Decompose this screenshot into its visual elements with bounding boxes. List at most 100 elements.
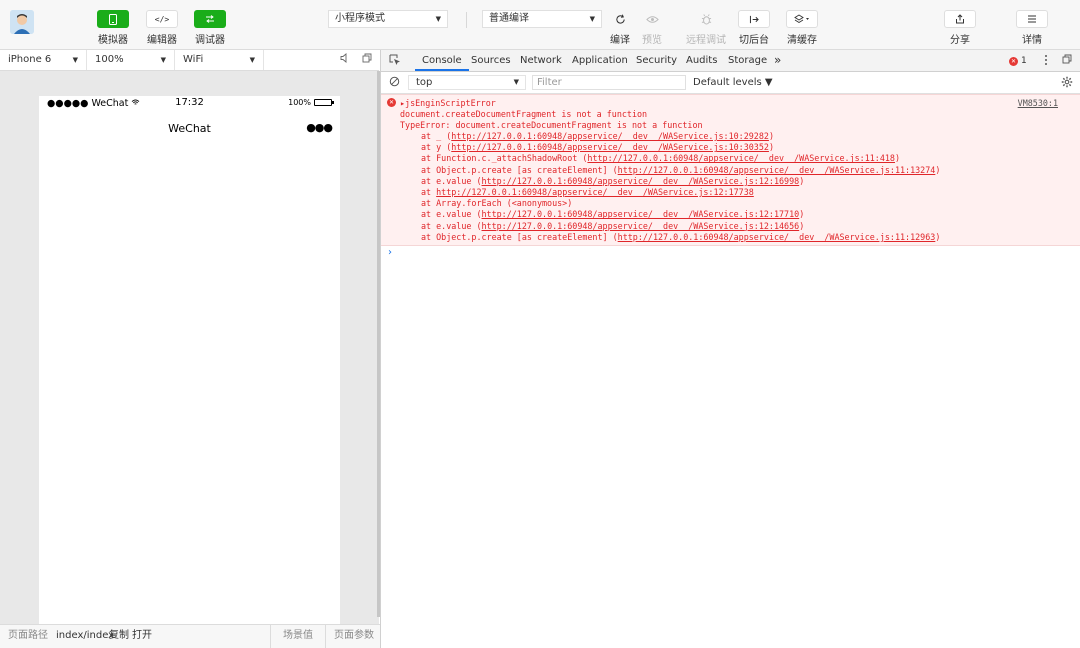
debugger-button[interactable]: 调试器	[194, 10, 226, 46]
remote-debug-button[interactable]: 远程调试	[686, 10, 726, 46]
stack-frame-link[interactable]: http://127.0.0.1:60948/appservice/__dev_…	[482, 176, 800, 186]
user-avatar[interactable]	[10, 10, 34, 34]
stack-frame-link[interactable]: http://127.0.0.1:60948/appservice/__dev_…	[451, 131, 769, 141]
tab-console[interactable]: Console	[415, 50, 469, 71]
eye-icon	[636, 10, 668, 28]
stack-frame-link[interactable]: http://127.0.0.1:60948/appservice/__dev_…	[587, 153, 895, 163]
simulator-button[interactable]: 模拟器	[97, 10, 129, 46]
stack-frame-suffix: )	[768, 131, 774, 141]
scene-value-button[interactable]: 场景值	[283, 625, 313, 647]
tab-network[interactable]: Network	[520, 50, 562, 71]
device-select[interactable]: iPhone 6 ▼	[0, 50, 87, 70]
speaker-icon[interactable]	[338, 53, 352, 67]
compile-label: 编译	[610, 35, 630, 46]
device-value: iPhone 6	[8, 54, 52, 65]
battery-text: 100%	[288, 98, 311, 107]
log-levels-select[interactable]: Default levels ▼	[693, 75, 773, 90]
tab-application[interactable]: Application	[572, 50, 628, 71]
stack-frame-suffix: )	[894, 153, 901, 164]
stack-frame-suffix: )	[935, 164, 941, 175]
console-error-message[interactable]: ✕ ▸jsEnginScriptError VM8530:1 document.…	[381, 94, 1080, 246]
swap-arrows-icon	[194, 10, 226, 28]
chevron-down-icon: ▼	[249, 56, 255, 64]
more-tabs-icon[interactable]: »	[774, 50, 781, 71]
phone-screen[interactable]: ●●●●● WeChat 17:32 100% WeChat ●●●	[39, 96, 340, 624]
stack-frame: at Object.p.create [as createElement] (h…	[421, 165, 940, 176]
more-options-icon[interactable]: ●●●	[306, 121, 333, 134]
refresh-icon	[604, 10, 636, 28]
tab-security[interactable]: Security	[636, 50, 677, 71]
preview-button[interactable]: 预览	[636, 10, 668, 46]
phone-status-bar: ●●●●● WeChat 17:32 100%	[39, 96, 340, 112]
debugger-label: 调试器	[195, 35, 225, 46]
zoom-select[interactable]: 100% ▼	[87, 50, 175, 70]
stack-frame-text: at _ (	[421, 131, 452, 141]
stack-frame-link[interactable]: http://127.0.0.1:60948/appservice/__dev_…	[451, 142, 769, 152]
footer-divider	[325, 625, 326, 648]
caret-down-icon: ▼	[513, 78, 519, 86]
stack-frame: at Array.forEach (<anonymous>)	[421, 198, 572, 209]
share-button[interactable]: 分享	[944, 10, 976, 46]
toolbar-divider	[466, 12, 467, 28]
stack-frame: at y (http://127.0.0.1:60948/appservice/…	[421, 142, 774, 153]
error-message: document.createDocumentFragment is not a…	[400, 109, 648, 119]
details-button[interactable]: 详情	[1016, 10, 1048, 46]
stack-frame-text: at e.value (	[421, 175, 482, 186]
bug-icon	[690, 10, 722, 28]
switch-background-icon	[738, 10, 770, 28]
stack-frame-text: at e.value (	[421, 220, 482, 231]
clear-console-icon[interactable]	[387, 76, 401, 90]
kebab-menu-icon[interactable]	[1039, 54, 1053, 68]
network-value: WiFi	[183, 54, 204, 65]
stack-frame-link[interactable]: http://127.0.0.1:60948/appservice/__dev_…	[482, 209, 800, 219]
top-toolbar: 模拟器 </> 编辑器 调试器 小程序模式 ▼ 普通编译 ▼ 编译 预览 远程调…	[0, 0, 1080, 50]
compile-select-value: 普通编译	[489, 13, 529, 24]
background-label: 切后台	[739, 35, 769, 46]
clear-cache-button[interactable]: 清缓存	[786, 10, 818, 46]
network-select[interactable]: WiFi ▼	[175, 50, 264, 70]
compile-select[interactable]: 普通编译 ▼	[482, 10, 602, 28]
stack-frame: at _ (http://127.0.0.1:60948/appservice/…	[421, 131, 774, 142]
stack-frame-text: at Object.p.create [as createElement] (	[421, 231, 618, 242]
tab-audits[interactable]: Audits	[686, 50, 717, 71]
editor-button[interactable]: </> 编辑器	[146, 10, 178, 46]
console-settings-gear-icon[interactable]	[1060, 76, 1074, 90]
stack-frame-text: at Array.forEach (<anonymous>)	[421, 198, 573, 209]
stack-frame-suffix: )	[935, 231, 941, 242]
stack-frame-suffix: )	[799, 220, 805, 231]
open-path-link[interactable]: 打开	[132, 625, 152, 647]
layers-icon	[786, 10, 818, 28]
page-params-button[interactable]: 页面参数	[334, 625, 374, 647]
background-button[interactable]: 切后台	[738, 10, 770, 46]
footer-divider	[270, 625, 271, 648]
error-source-link[interactable]: VM8530:1	[1018, 98, 1058, 108]
stack-frame-text: at Object.p.create [as createElement] (	[421, 164, 618, 175]
stack-frame-link[interactable]: http://127.0.0.1:60948/appservice/__dev_…	[436, 187, 754, 197]
detach-window-icon[interactable]	[360, 53, 374, 67]
simulator-label: 模拟器	[98, 35, 128, 46]
stack-frame-link[interactable]: http://127.0.0.1:60948/appservice/__dev_…	[618, 165, 936, 175]
stack-frame-suffix: )	[799, 175, 805, 186]
stack-frame-suffix: )	[799, 209, 805, 220]
mode-select-value: 小程序模式	[335, 13, 385, 24]
compile-button[interactable]: 编译	[604, 10, 636, 46]
tab-sources[interactable]: Sources	[471, 50, 511, 71]
console-prompt[interactable]: ›	[388, 247, 392, 258]
devtools-tab-bar: Console Sources Network Application Secu…	[381, 50, 1080, 72]
dock-side-icon[interactable]	[1060, 54, 1074, 68]
stack-frame-text: at y (	[421, 142, 452, 153]
stack-frame-link[interactable]: http://127.0.0.1:60948/appservice/__dev_…	[618, 232, 936, 242]
phone-icon	[97, 10, 129, 28]
inspect-element-icon[interactable]	[388, 54, 402, 68]
share-icon	[944, 10, 976, 28]
clear-cache-label: 清缓存	[787, 35, 817, 46]
console-filter-input[interactable]: Filter	[532, 75, 686, 90]
mode-select[interactable]: 小程序模式 ▼	[328, 10, 448, 28]
context-select[interactable]: top ▼	[408, 75, 526, 90]
error-count-badge[interactable]: ✕ 1	[1009, 56, 1027, 66]
tab-storage[interactable]: Storage	[728, 50, 767, 71]
copy-path-link[interactable]: 复制	[109, 625, 129, 647]
stack-frame-link[interactable]: http://127.0.0.1:60948/appservice/__dev_…	[482, 221, 800, 231]
stack-frame: at e.value (http://127.0.0.1:60948/appse…	[421, 176, 804, 187]
error-title[interactable]: ▸jsEnginScriptError	[400, 98, 496, 109]
